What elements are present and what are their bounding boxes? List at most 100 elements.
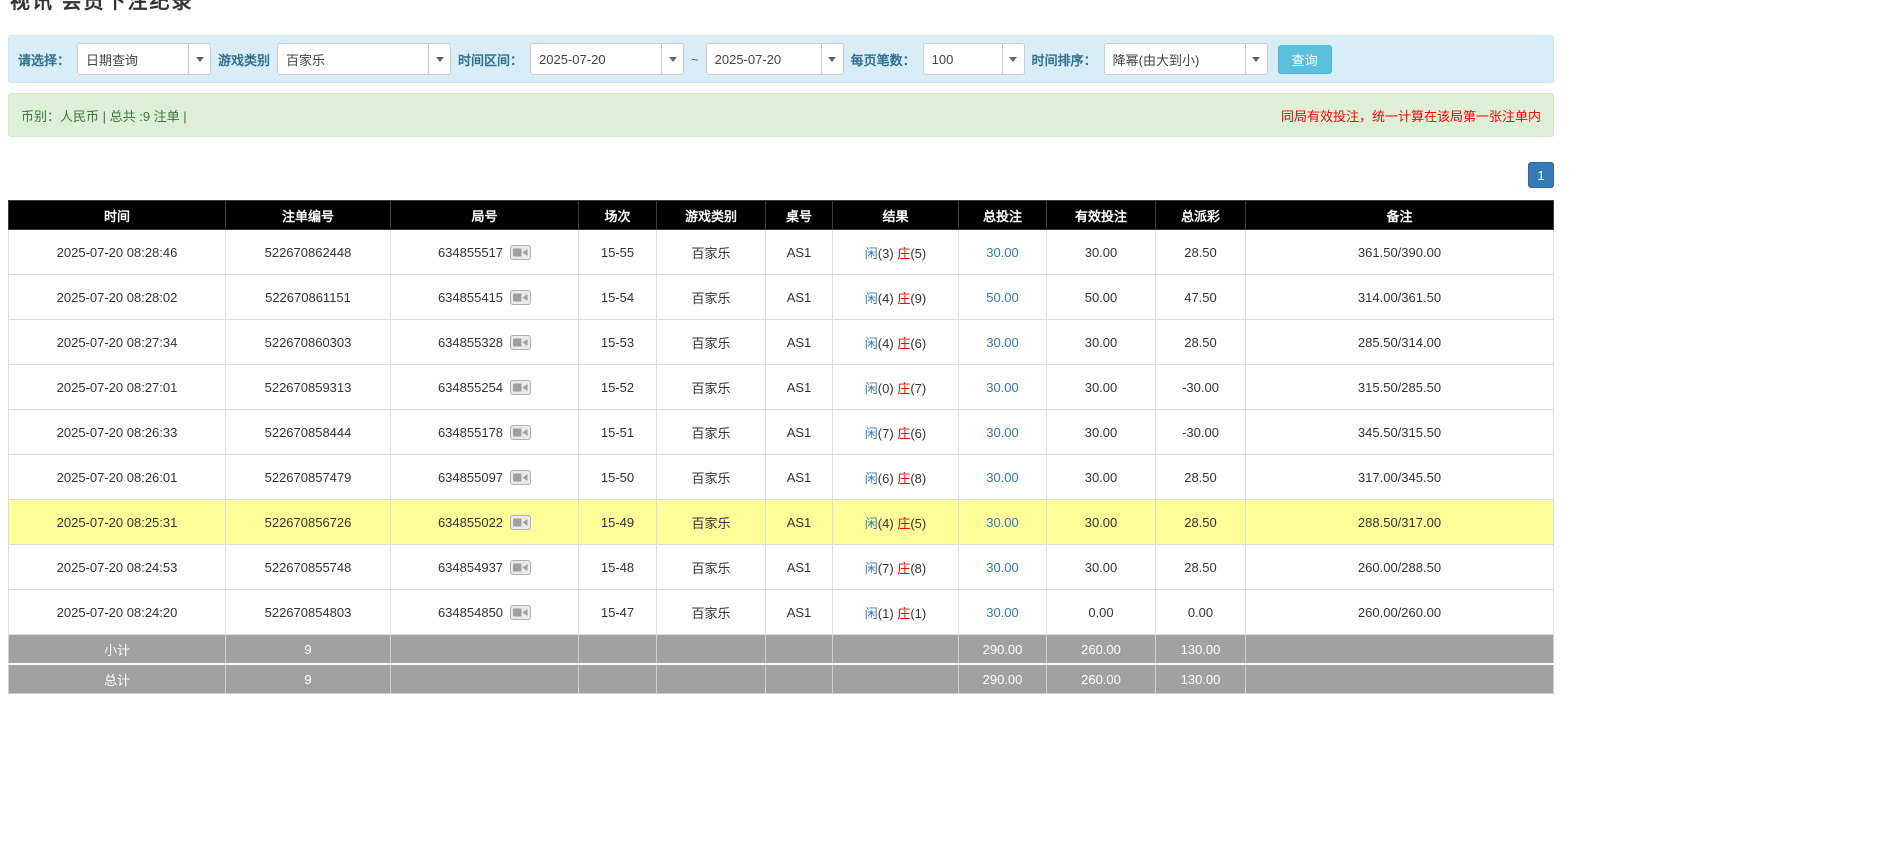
filter-bar: 请选择： 日期查询 游戏类别 百家乐 时间区间： 2025-07-20 ~ 20… xyxy=(8,35,1554,83)
column-header: 结果 xyxy=(833,201,959,230)
total-bet-link[interactable]: 50.00 xyxy=(986,290,1019,305)
banker-result-value: (5) xyxy=(910,246,926,261)
footer-empty-cell xyxy=(657,635,766,665)
per-page-dropdown[interactable]: 100 xyxy=(923,43,1025,75)
video-replay-icon[interactable] xyxy=(510,334,531,351)
footer-empty-cell xyxy=(657,664,766,694)
table-no-cell: AS1 xyxy=(766,230,833,275)
player-result-value: (7) xyxy=(878,561,894,576)
video-replay-icon[interactable] xyxy=(510,604,531,621)
session-cell: 15-51 xyxy=(579,410,657,455)
column-header: 游戏类别 xyxy=(657,201,766,230)
table-no-cell: AS1 xyxy=(766,590,833,635)
sort-order-value: 降幂(由大到小) xyxy=(1105,44,1245,74)
game-type-cell: 百家乐 xyxy=(657,545,766,590)
table-row: 2025-07-20 08:27:34522670860303634855328… xyxy=(9,320,1554,365)
column-header: 场次 xyxy=(579,201,657,230)
banker-result-value: (8) xyxy=(910,471,926,486)
footer-empty-cell xyxy=(1246,664,1554,694)
player-result-value: (4) xyxy=(878,516,894,531)
total-bet-link[interactable]: 30.00 xyxy=(986,470,1019,485)
session-cell: 15-55 xyxy=(579,230,657,275)
page-1-button[interactable]: 1 xyxy=(1528,162,1554,188)
game-type-value: 百家乐 xyxy=(278,44,428,74)
total-bet-cell: 30.00 xyxy=(959,410,1047,455)
range-separator: ~ xyxy=(691,52,699,67)
sort-order-dropdown[interactable]: 降幂(由大到小) xyxy=(1104,43,1268,75)
footer-payout: 130.00 xyxy=(1156,664,1246,694)
valid-bet-cell: 0.00 xyxy=(1047,590,1156,635)
column-header: 局号 xyxy=(391,201,579,230)
payout-cell: -30.00 xyxy=(1156,365,1246,410)
payout-cell: 28.50 xyxy=(1156,230,1246,275)
video-replay-icon[interactable] xyxy=(510,424,531,441)
time-cell: 2025-07-20 08:25:31 xyxy=(9,500,226,545)
date-to-dropdown[interactable]: 2025-07-20 xyxy=(706,43,844,75)
valid-bet-notice: 同局有效投注，统一计算在该局第一张注单内 xyxy=(1281,106,1541,125)
total-bet-link[interactable]: 30.00 xyxy=(986,515,1019,530)
time-cell: 2025-07-20 08:28:02 xyxy=(9,275,226,320)
footer-empty-cell xyxy=(766,664,833,694)
player-result-value: (6) xyxy=(878,471,894,486)
player-result-value: (1) xyxy=(878,606,894,621)
banker-result-label: 庄 xyxy=(897,471,910,486)
footer-total-bet: 290.00 xyxy=(959,635,1047,665)
total-bet-link[interactable]: 30.00 xyxy=(986,380,1019,395)
total-bet-cell: 30.00 xyxy=(959,500,1047,545)
session-cell: 15-48 xyxy=(579,545,657,590)
total-bet-link[interactable]: 30.00 xyxy=(986,605,1019,620)
column-header: 有效投注 xyxy=(1047,201,1156,230)
valid-bet-cell: 30.00 xyxy=(1047,410,1156,455)
remark-cell: 345.50/315.50 xyxy=(1246,410,1554,455)
per-page-value: 100 xyxy=(924,44,1002,74)
table-no-cell: AS1 xyxy=(766,410,833,455)
player-result-value: (7) xyxy=(878,426,894,441)
footer-empty-cell xyxy=(833,664,959,694)
payout-cell: 28.50 xyxy=(1156,320,1246,365)
summary-bar: 币别：人民币 | 总共 :9 注单 | 同局有效投注，统一计算在该局第一张注单内 xyxy=(8,93,1554,137)
player-result-label: 闲 xyxy=(865,606,878,621)
page-title-container: 视讯 会员下注纪录 xyxy=(8,0,1554,15)
round-cell: 634855178 xyxy=(391,410,579,455)
valid-bet-cell: 30.00 xyxy=(1047,320,1156,365)
banker-result-value: (6) xyxy=(910,426,926,441)
search-button[interactable]: 查询 xyxy=(1278,45,1332,74)
table-no-cell: AS1 xyxy=(766,320,833,365)
total-bet-link[interactable]: 30.00 xyxy=(986,335,1019,350)
round-id: 634855254 xyxy=(438,380,503,395)
session-cell: 15-53 xyxy=(579,320,657,365)
total-bet-cell: 30.00 xyxy=(959,365,1047,410)
video-replay-icon[interactable] xyxy=(510,469,531,486)
total-bet-link[interactable]: 30.00 xyxy=(986,560,1019,575)
total-bet-link[interactable]: 30.00 xyxy=(986,425,1019,440)
video-replay-icon[interactable] xyxy=(510,559,531,576)
table-no-cell: AS1 xyxy=(766,365,833,410)
select-type-label: 请选择： xyxy=(18,50,70,69)
game-type-cell: 百家乐 xyxy=(657,320,766,365)
footer-label: 小计 xyxy=(9,635,226,665)
footer-empty-cell xyxy=(391,664,579,694)
valid-bet-cell: 30.00 xyxy=(1047,500,1156,545)
select-type-dropdown[interactable]: 日期查询 xyxy=(77,43,211,75)
result-cell: 闲(6) 庄(8) xyxy=(833,455,959,500)
video-replay-icon[interactable] xyxy=(510,244,531,261)
player-result-label: 闲 xyxy=(865,561,878,576)
footer-valid-bet: 260.00 xyxy=(1047,635,1156,665)
table-row: 2025-07-20 08:24:53522670855748634854937… xyxy=(9,545,1554,590)
result-cell: 闲(1) 庄(1) xyxy=(833,590,959,635)
video-replay-icon[interactable] xyxy=(510,289,531,306)
remark-cell: 361.50/390.00 xyxy=(1246,230,1554,275)
chevron-down-icon xyxy=(428,44,450,74)
date-from-dropdown[interactable]: 2025-07-20 xyxy=(530,43,684,75)
video-replay-icon[interactable] xyxy=(510,514,531,531)
pagination: 1 xyxy=(8,162,1554,188)
time-cell: 2025-07-20 08:24:53 xyxy=(9,545,226,590)
player-result-label: 闲 xyxy=(865,381,878,396)
per-page-label: 每页笔数： xyxy=(851,50,916,69)
total-bet-link[interactable]: 30.00 xyxy=(986,245,1019,260)
remark-cell: 315.50/285.50 xyxy=(1246,365,1554,410)
game-type-cell: 百家乐 xyxy=(657,455,766,500)
game-type-dropdown[interactable]: 百家乐 xyxy=(277,43,451,75)
video-replay-icon[interactable] xyxy=(510,379,531,396)
footer-empty-cell xyxy=(766,635,833,665)
